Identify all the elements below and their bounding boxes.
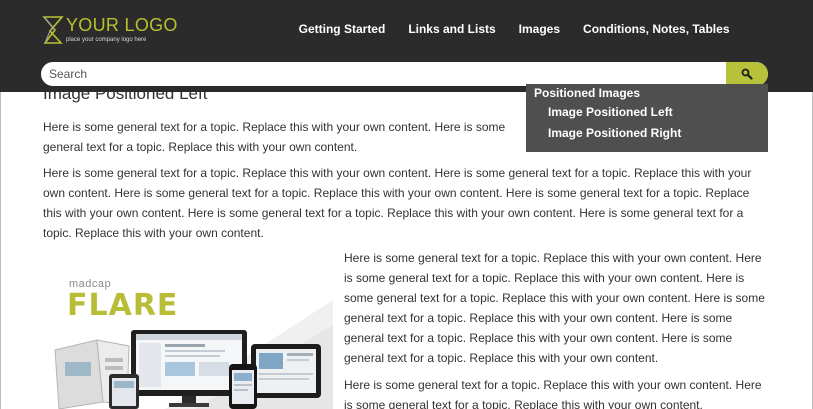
nav-conditions-notes-tables[interactable]: Conditions, Notes, Tables: [572, 22, 741, 36]
logo[interactable]: YOUR LOGO place your company logo here: [42, 14, 212, 48]
dropdown-item-image-positioned-right[interactable]: Image Positioned Right: [548, 126, 681, 140]
dropdown-heading-positioned-images[interactable]: Positioned Images: [534, 86, 640, 100]
paragraph: Here is some general text for a topic. R…: [43, 166, 752, 240]
images-dropdown-menu: Positioned Images Image Positioned Left …: [526, 84, 768, 152]
flare-product-image: madcap FLARE: [45, 270, 333, 409]
paragraph: Here is some general text for a topic. R…: [344, 378, 762, 409]
main-nav: Getting Started Links and Lists Images C…: [287, 22, 741, 36]
dropdown-item-image-positioned-left[interactable]: Image Positioned Left: [548, 105, 673, 119]
paragraph: Here is some general text for a topic. R…: [344, 251, 765, 365]
search-icon: [741, 68, 753, 80]
nav-links-and-lists[interactable]: Links and Lists: [397, 22, 507, 36]
search-input[interactable]: [41, 62, 727, 86]
logo-tagline: place your company logo here: [66, 37, 147, 43]
logo-text: YOUR LOGO: [66, 15, 178, 35]
paragraph: Here is some general text for a topic. R…: [43, 120, 506, 154]
search-bar: [41, 62, 768, 86]
nav-images[interactable]: Images: [507, 22, 571, 36]
search-button[interactable]: [726, 62, 768, 86]
nav-getting-started[interactable]: Getting Started: [287, 22, 397, 36]
devices-illustration: [54, 300, 333, 409]
site-header: YOUR LOGO place your company logo here G…: [0, 0, 813, 92]
logo-mark-icon: [42, 16, 64, 44]
